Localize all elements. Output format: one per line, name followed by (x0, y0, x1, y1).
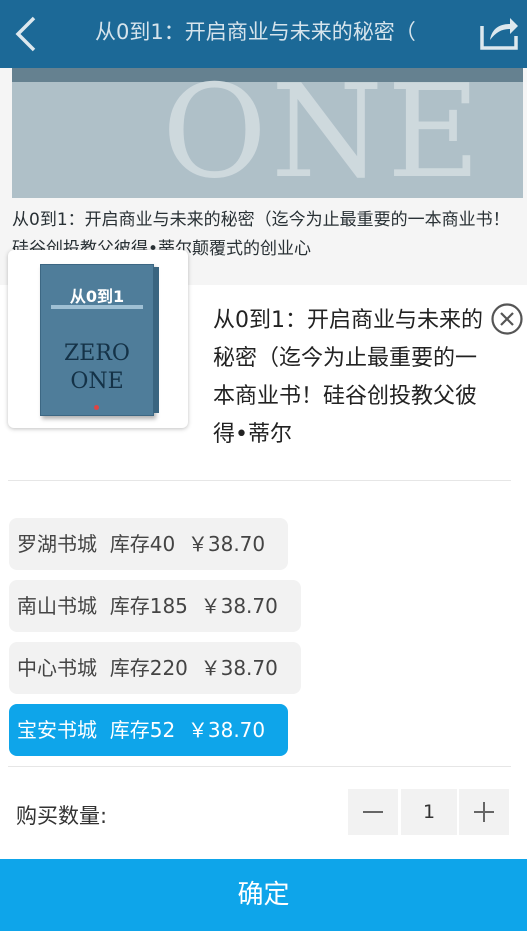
divider (8, 766, 511, 767)
divider (8, 480, 511, 481)
page-title: 从0到1：开启商业与未来的秘密（ (95, 20, 416, 44)
header-bar: 从0到1：开启商业与未来的秘密（ (0, 0, 527, 68)
product-title: 从0到1：开启商业与未来的秘密（迄今为止最重要的一本商业书！硅谷创投教父彼得•蒂… (213, 308, 483, 447)
minus-icon (363, 811, 383, 813)
plus-icon (474, 802, 494, 822)
cover-title-cn: 从0到1 (69, 287, 125, 306)
increase-quantity-button[interactable] (459, 789, 509, 835)
store-option-luohu[interactable]: 罗湖书城 库存40 ￥38.70 (9, 518, 288, 570)
product-cover-card: 从0到1 ZERO ONE (8, 250, 188, 428)
quantity-label: 购买数量: (16, 804, 108, 828)
close-icon[interactable] (490, 302, 524, 336)
store-option-zhongxin[interactable]: 中心书城 库存220 ￥38.70 (9, 642, 301, 694)
back-arrow-icon[interactable] (10, 14, 44, 54)
quantity-field[interactable]: 1 (401, 789, 457, 835)
decrease-quantity-button[interactable] (348, 789, 398, 835)
book-cover-image: 从0到1 ZERO ONE (40, 264, 159, 416)
banner-text: ONE (162, 68, 485, 198)
cover-zero: ZERO (64, 341, 130, 366)
share-icon[interactable] (478, 12, 520, 52)
background-banner-image: ONE (12, 68, 523, 198)
store-option-baoan[interactable]: 宝安书城 库存52 ￥38.70 (9, 704, 288, 756)
store-option-nanshan[interactable]: 南山书城 库存185 ￥38.70 (9, 580, 301, 632)
confirm-button[interactable]: 确定 (0, 859, 527, 931)
cover-one: ONE (70, 369, 124, 394)
